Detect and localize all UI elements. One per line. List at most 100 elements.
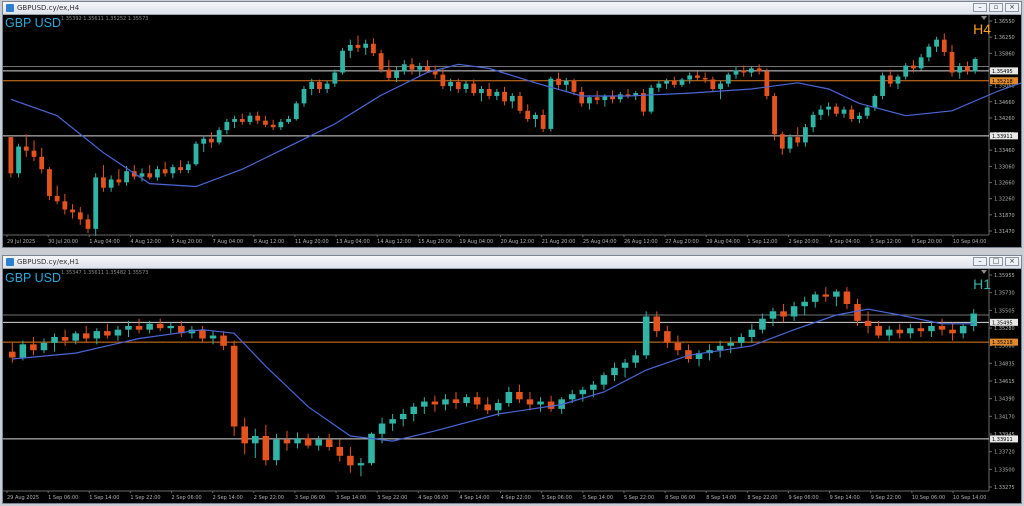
price-chart-h4[interactable]: 1.365501.362501.358601.354601.350601.346… bbox=[3, 15, 1021, 247]
candle-body bbox=[193, 143, 199, 165]
time-tick-label: 13 Aug 04:00 bbox=[336, 239, 370, 245]
price-chart-h1[interactable]: 1.359551.357301.355051.352801.350601.348… bbox=[3, 269, 1021, 503]
time-tick-label: 4 Sep 04:00 bbox=[830, 239, 860, 245]
time-tick-label: 1 Sep 06:00 bbox=[48, 495, 78, 501]
close-icon[interactable]: × bbox=[1005, 3, 1019, 12]
maximize-icon[interactable]: □ bbox=[989, 257, 1003, 266]
candle-body bbox=[632, 355, 639, 363]
candle-body bbox=[556, 78, 561, 85]
time-tick-label: 26 Aug 12:00 bbox=[624, 239, 658, 245]
candle-body bbox=[124, 171, 129, 183]
candle-body bbox=[795, 137, 801, 143]
restore-icon[interactable]: ▫ bbox=[989, 3, 1003, 12]
candle-body bbox=[162, 169, 168, 174]
candle-body bbox=[864, 320, 872, 326]
candle-body bbox=[389, 419, 396, 424]
time-tick-label: 3 Sep 22:00 bbox=[377, 495, 407, 501]
candle-body bbox=[880, 75, 885, 96]
price-tick-label: 1.35280 bbox=[994, 326, 1015, 332]
candle-body bbox=[440, 74, 446, 87]
candle-body bbox=[965, 66, 970, 72]
candle-body bbox=[394, 71, 399, 78]
candle-body bbox=[841, 109, 847, 114]
time-tick-label: 8 Sep 22:00 bbox=[747, 495, 777, 501]
chart-window-h1[interactable]: GBPUSD.cy/ex,H1 – □ × 1.35955 1.35730 1.35… bbox=[2, 255, 1022, 504]
time-tick-label: 25 Aug 04:00 bbox=[583, 239, 617, 245]
close-icon[interactable]: × bbox=[1005, 257, 1019, 266]
candle-body bbox=[82, 333, 90, 339]
candle-body bbox=[167, 326, 175, 329]
level-price-label: 1.35495 bbox=[992, 320, 1013, 326]
candle-body bbox=[949, 51, 955, 73]
time-tick-label: 5 Sep 22:00 bbox=[624, 495, 654, 501]
time-tick-label: 8 Sep 20:00 bbox=[912, 239, 942, 245]
time-tick-label: 2 Sep 06:00 bbox=[172, 495, 202, 501]
time-tick-label: 4 Sep 22:00 bbox=[501, 495, 531, 501]
candle-body bbox=[537, 401, 544, 405]
candle-body bbox=[278, 121, 284, 128]
candle-body bbox=[972, 58, 978, 72]
candle-body bbox=[421, 401, 428, 407]
price-tick-label: 1.31470 bbox=[994, 229, 1015, 235]
candle-body bbox=[255, 115, 261, 121]
candle-body bbox=[653, 316, 661, 332]
candle-body bbox=[77, 212, 83, 220]
candle-body bbox=[317, 81, 322, 89]
candle-body bbox=[455, 81, 461, 89]
candle-body bbox=[347, 44, 353, 51]
candle-body bbox=[505, 392, 513, 403]
candle-body bbox=[822, 294, 830, 297]
candle-body bbox=[526, 399, 534, 405]
candle-body bbox=[849, 109, 855, 120]
candle-body bbox=[340, 50, 345, 73]
candle-body bbox=[239, 119, 245, 122]
candle-body bbox=[463, 83, 469, 89]
candle-body bbox=[135, 326, 143, 330]
time-tick-label: 9 Sep 22:00 bbox=[871, 495, 901, 501]
candle-body bbox=[769, 311, 777, 319]
candle-body bbox=[325, 439, 333, 447]
price-tick-label: 1.33500 bbox=[994, 467, 1015, 473]
candle-body bbox=[417, 66, 423, 70]
candle-body bbox=[101, 177, 106, 188]
candle-body bbox=[463, 397, 470, 403]
candle-body bbox=[928, 326, 935, 332]
candle-body bbox=[803, 127, 808, 143]
candle-body bbox=[568, 394, 576, 400]
window-titlebar[interactable]: GBPUSD.cy/ex,H4 – ▫ × bbox=[3, 2, 1021, 15]
minimize-icon[interactable]: – bbox=[973, 3, 987, 12]
candle-body bbox=[146, 323, 153, 330]
time-tick-label: 4 Sep 14:00 bbox=[459, 495, 489, 501]
candle-body bbox=[294, 438, 301, 444]
chart-app-icon bbox=[6, 4, 14, 12]
candle-body bbox=[72, 333, 79, 341]
candle-body bbox=[286, 119, 291, 122]
candle-body bbox=[826, 106, 831, 110]
candle-body bbox=[309, 81, 315, 89]
time-tick-label: 14 Aug 12:00 bbox=[377, 239, 411, 245]
candle-body bbox=[727, 342, 734, 346]
chart-shift-icon bbox=[981, 270, 987, 274]
candle-body bbox=[185, 164, 191, 171]
level-price-label: 1.33911 bbox=[992, 134, 1013, 140]
candle-body bbox=[156, 323, 164, 329]
time-tick-label: 8 Sep 14:00 bbox=[706, 495, 736, 501]
candle-body bbox=[509, 95, 515, 102]
time-tick-label: 19 Aug 04:00 bbox=[459, 239, 493, 245]
candle-body bbox=[772, 95, 777, 135]
candle-body bbox=[104, 331, 111, 336]
candle-body bbox=[31, 150, 37, 157]
price-tick-label: 1.35730 bbox=[994, 291, 1015, 297]
candle-body bbox=[907, 328, 914, 334]
time-tick-label: 5 Sep 14:00 bbox=[583, 495, 613, 501]
minimize-icon[interactable]: – bbox=[973, 257, 987, 266]
candle-body bbox=[336, 447, 344, 456]
chart-window-h4[interactable]: GBPUSD.cy/ex,H4 – ▫ × 1.36550 1.36250 1.35… bbox=[2, 1, 1022, 248]
symbol-label: GBP USD bbox=[5, 271, 62, 285]
candle-body bbox=[718, 83, 723, 89]
candle-body bbox=[220, 335, 227, 346]
price-tick-label: 1.34615 bbox=[994, 379, 1015, 385]
price-tick-label: 1.35505 bbox=[994, 308, 1015, 314]
price-tick-label: 1.33060 bbox=[994, 164, 1015, 170]
window-titlebar[interactable]: GBPUSD.cy/ex,H1 – □ × bbox=[3, 256, 1021, 269]
